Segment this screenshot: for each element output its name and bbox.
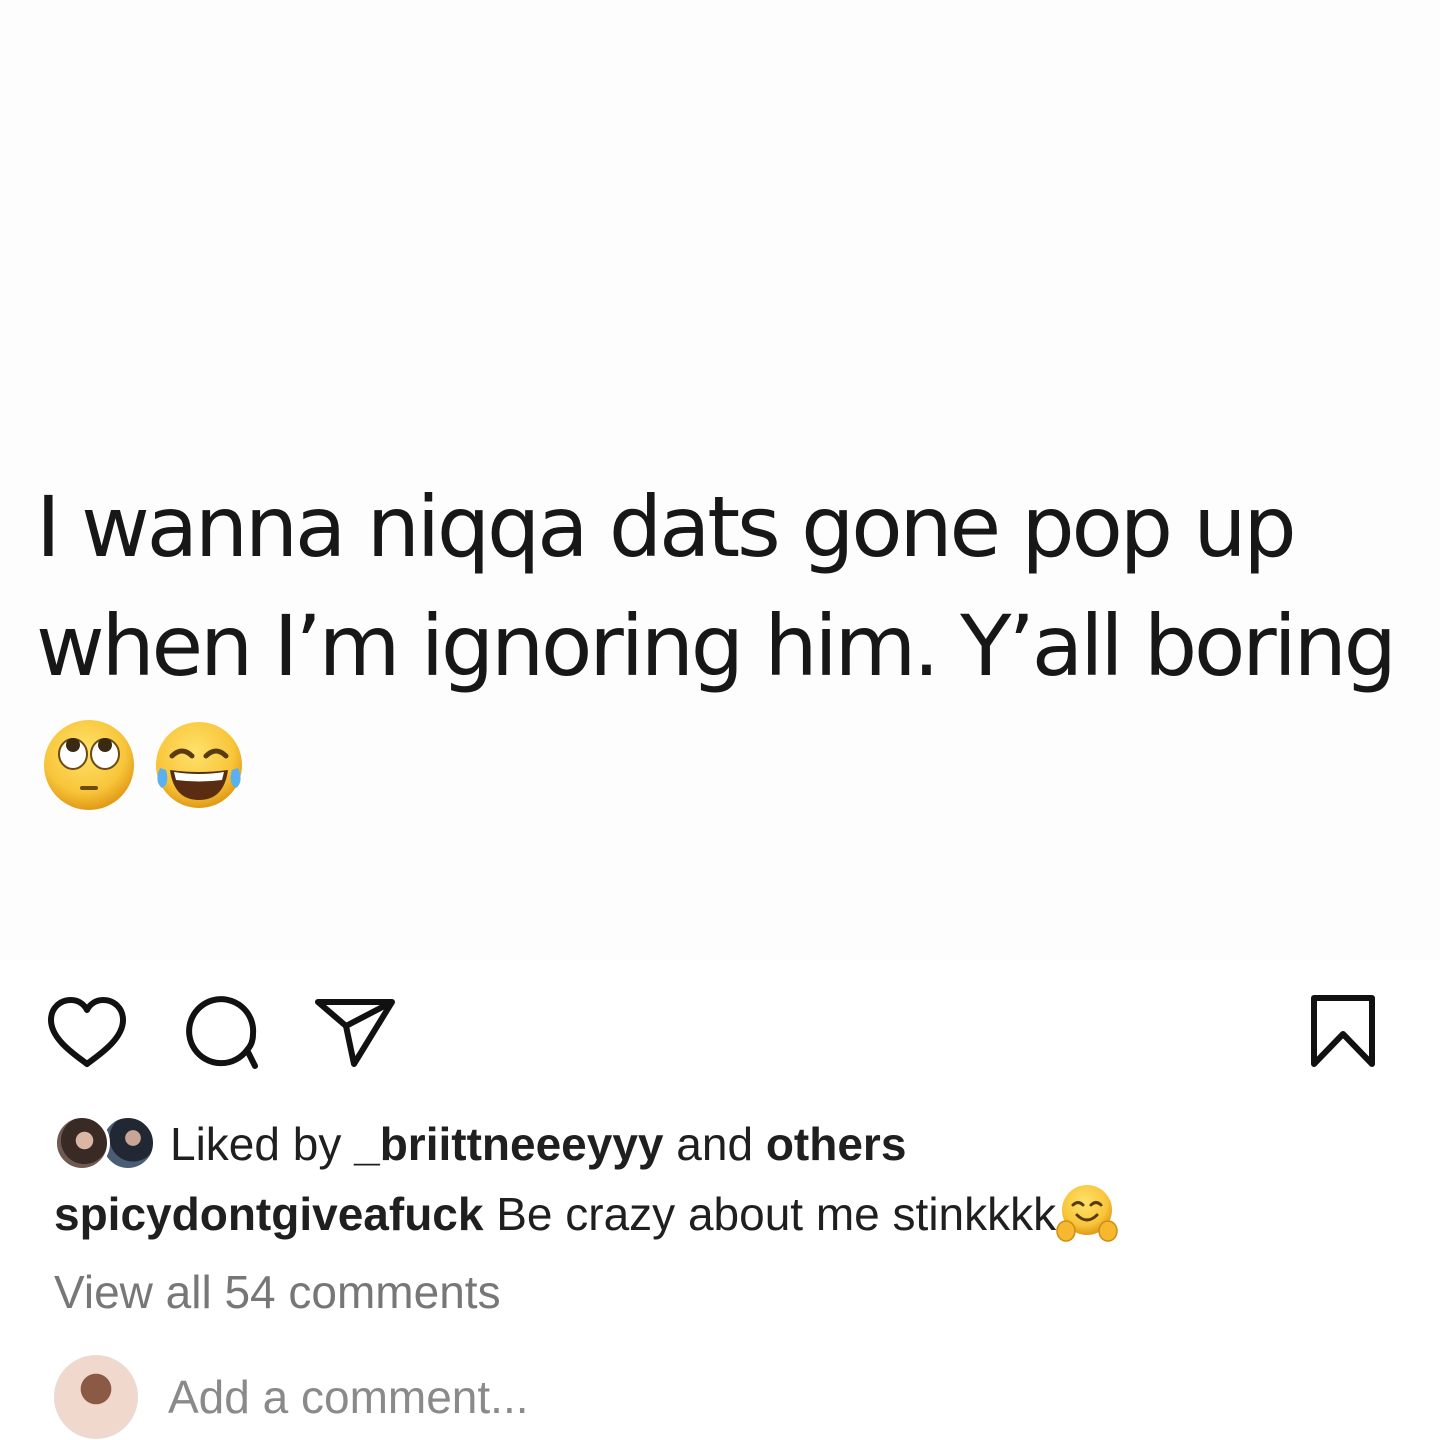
post-text-line: when I’m ignoring him. Y’all boring [36, 597, 1397, 695]
post-text-line: I wanna niqqa dats gone pop up [36, 478, 1297, 576]
hugging-face-icon [1056, 1184, 1118, 1242]
comment-icon[interactable] [183, 994, 261, 1070]
post-text: I wanna niqqa dats gone pop up when I’m … [36, 468, 1426, 706]
liker-username-link[interactable]: _briittneeeyyy [354, 1118, 663, 1170]
paper-plane-icon[interactable] [314, 994, 396, 1068]
avatar [54, 1115, 110, 1171]
action-bar [0, 994, 1440, 1074]
likes-text: Liked by _briittneeeyyy and others [170, 1114, 906, 1174]
caption: spicydontgiveafuck Be crazy about me sti… [54, 1184, 1118, 1244]
likes-middle: and [663, 1118, 766, 1170]
add-comment-row [54, 1354, 1394, 1440]
heart-icon[interactable] [47, 996, 127, 1068]
likes-prefix: Liked by [170, 1118, 355, 1170]
post-image[interactable]: I wanna niqqa dats gone pop up when I’m … [0, 0, 1440, 960]
comment-input[interactable] [168, 1367, 1068, 1427]
face-with-tears-of-joy-icon [156, 722, 242, 808]
avatar [54, 1355, 138, 1439]
liker-avatars [54, 1114, 158, 1174]
likes-others-link[interactable]: others [766, 1118, 907, 1170]
caption-username-link[interactable]: spicydontgiveafuck [54, 1188, 483, 1240]
face-with-rolling-eyes-icon [44, 720, 134, 810]
likes-row[interactable]: Liked by _briittneeeyyy and others [54, 1114, 906, 1174]
bookmark-icon[interactable] [1308, 994, 1378, 1068]
caption-text: Be crazy about me stinkkkk [483, 1188, 1057, 1240]
view-all-comments-link[interactable]: View all 54 comments [54, 1262, 501, 1322]
